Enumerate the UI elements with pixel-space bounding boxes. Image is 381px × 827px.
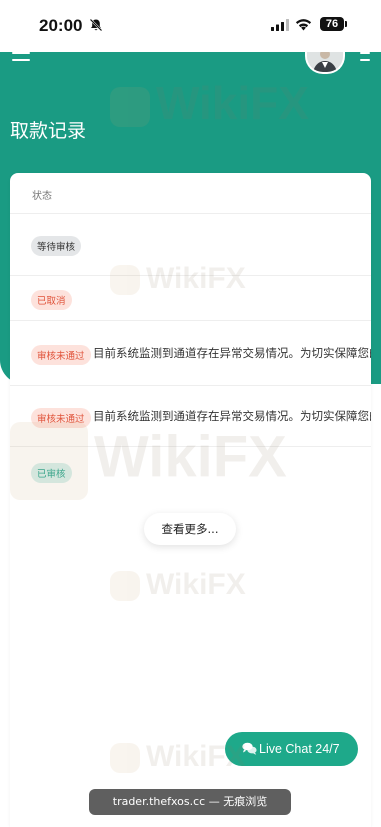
status-badge: 审核未通过 bbox=[31, 408, 91, 428]
hamburger-menu-icon[interactable] bbox=[12, 52, 34, 66]
live-chat-button[interactable]: Live Chat 24/7 bbox=[225, 732, 358, 766]
status-badge: 已取消 bbox=[31, 290, 72, 310]
live-chat-label: Live Chat 24/7 bbox=[259, 742, 340, 756]
page-title: 取款记录 bbox=[10, 120, 87, 142]
more-menu-icon[interactable] bbox=[360, 52, 372, 66]
rejection-reason: 目前系统监测到通道存在异常交易情况。为切实保障您的 bbox=[93, 409, 371, 423]
chat-bubbles-icon bbox=[242, 742, 257, 755]
wifi-icon bbox=[295, 19, 312, 31]
table-header: 状态 bbox=[10, 173, 371, 214]
status-bar: 20:00 76 bbox=[0, 0, 381, 52]
withdrawal-records-card: 状态 等待审核 已取消 审核未通过 目前系统监测到通道存在异常交易情况。为切实保… bbox=[10, 173, 371, 827]
rejection-reason: 目前系统监测到通道存在异常交易情况。为切实保障您的 bbox=[93, 346, 371, 360]
battery-indicator: 76 bbox=[320, 17, 344, 31]
bell-off-icon bbox=[89, 18, 103, 32]
table-row[interactable]: 已审核 bbox=[10, 447, 371, 489]
status-badge: 等待审核 bbox=[31, 236, 82, 256]
load-more-button[interactable]: 查看更多... bbox=[144, 513, 236, 545]
table-row[interactable]: 审核未通过 目前系统监测到通道存在异常交易情况。为切实保障您的 bbox=[10, 386, 371, 447]
table-row[interactable]: 审核未通过 目前系统监测到通道存在异常交易情况。为切实保障您的 bbox=[10, 321, 371, 386]
battery-tip bbox=[345, 21, 347, 27]
table-row[interactable]: 已取消 bbox=[10, 276, 371, 321]
top-navigation bbox=[0, 44, 381, 92]
table-row[interactable]: 等待审核 bbox=[10, 214, 371, 276]
cellular-signal-icon bbox=[271, 19, 289, 31]
browser-url-bar[interactable]: trader.thefxos.cc — 无痕浏览 bbox=[89, 789, 291, 815]
status-badge: 审核未通过 bbox=[31, 345, 91, 365]
status-badge: 已审核 bbox=[31, 463, 72, 483]
clock: 20:00 bbox=[39, 16, 83, 35]
status-column-header: 状态 bbox=[32, 191, 52, 202]
